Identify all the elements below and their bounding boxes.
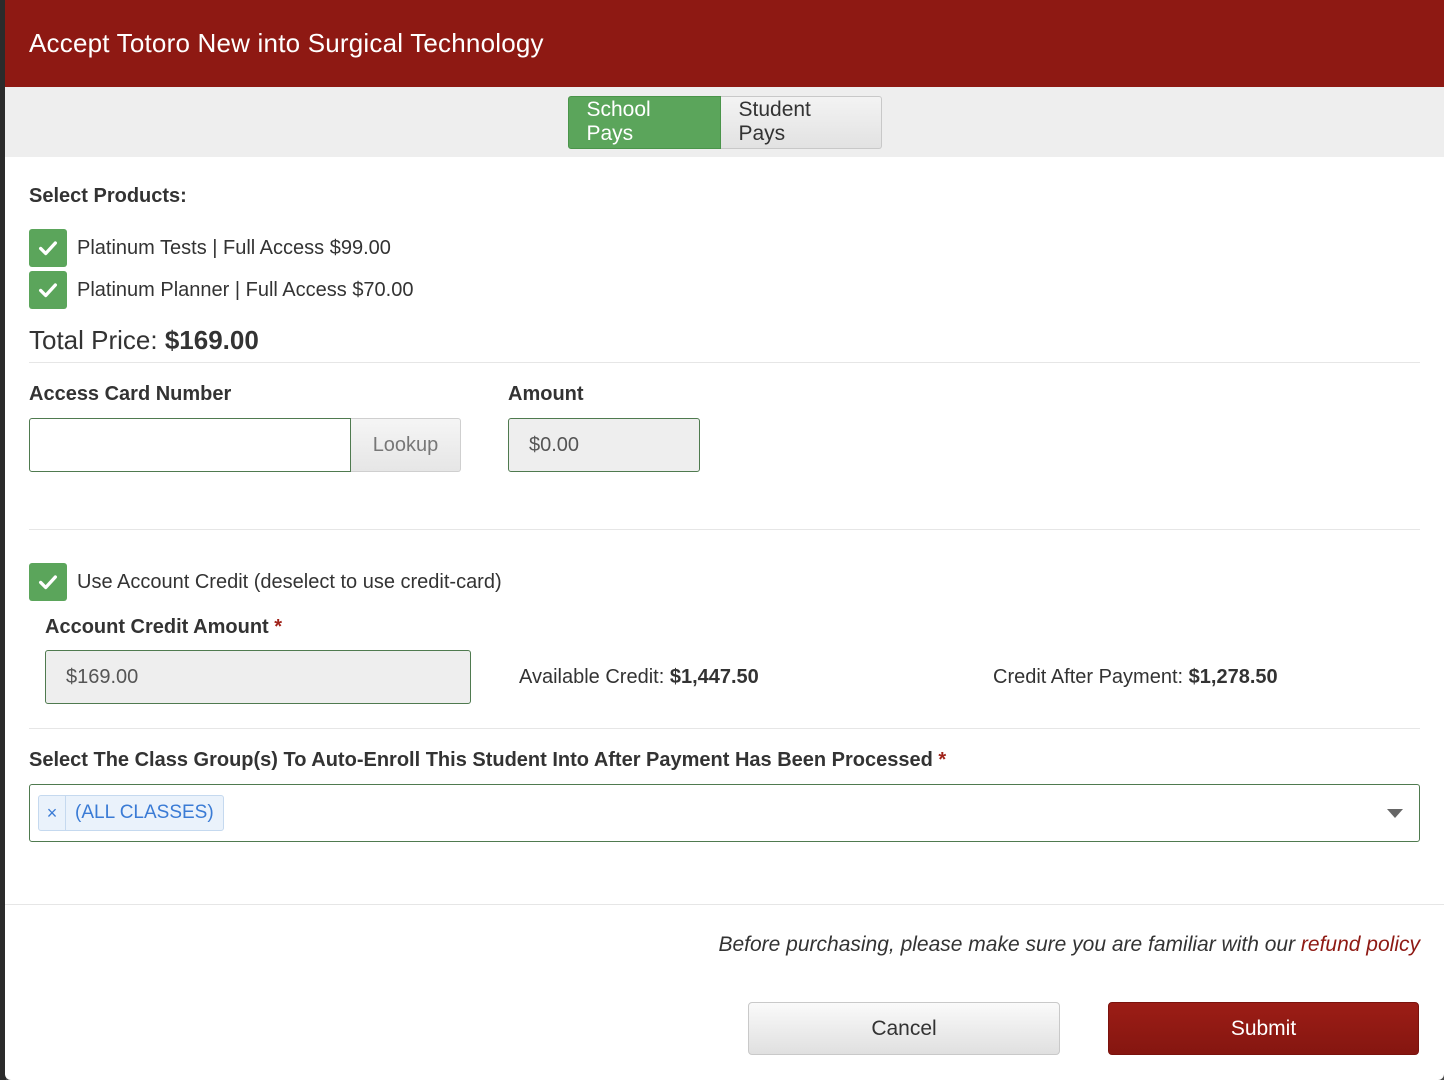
tag-label: (ALL CLASSES) xyxy=(75,802,214,823)
product-list: Platinum Tests | Full Access $99.00 Plat… xyxy=(29,227,1420,311)
class-group-select[interactable]: × (ALL CLASSES) xyxy=(29,784,1420,842)
required-mark: * xyxy=(274,616,283,638)
footer-divider xyxy=(5,904,1444,905)
available-credit-value: $1,447.50 xyxy=(669,665,759,688)
access-card-input-group: Lookup xyxy=(29,418,508,472)
credit-after-payment-label: Credit After Payment: xyxy=(993,665,1184,688)
chevron-down-icon[interactable] xyxy=(1387,809,1403,818)
modal-title: Accept Totoro New into Surgical Technolo… xyxy=(29,28,544,58)
checkbox-checked-icon[interactable] xyxy=(29,271,67,309)
account-credit-row: $169.00 Available Credit: $1,447.50 Cred… xyxy=(45,650,1420,704)
required-mark: * xyxy=(938,749,947,771)
submit-button[interactable]: Submit xyxy=(1108,1002,1419,1055)
access-card-label: Access Card Number xyxy=(29,383,232,405)
account-credit-amount-field: $169.00 xyxy=(45,650,471,704)
credit-after-payment-value: $1,278.50 xyxy=(1188,665,1278,688)
payment-toggle-bar: School Pays Student Pays xyxy=(5,87,1444,157)
credit-after-payment: Credit After Payment: $1,278.50 xyxy=(993,666,1278,689)
product-item[interactable]: Platinum Planner | Full Access $70.00 xyxy=(29,269,1420,311)
divider xyxy=(29,728,1420,729)
account-credit-section: Account Credit Amount * $169.00 Availabl… xyxy=(29,616,1420,704)
refund-note-text: Before purchasing, please make sure you … xyxy=(718,933,1296,956)
refund-policy-link[interactable]: refund policy xyxy=(1301,933,1420,956)
use-account-credit-checkbox[interactable]: Use Account Credit (deselect to use cred… xyxy=(29,561,1420,603)
amount-field: $0.00 xyxy=(508,418,700,472)
divider xyxy=(29,362,1420,363)
divider xyxy=(29,529,1420,530)
remove-tag-icon[interactable]: × xyxy=(39,796,66,830)
select-products-label: Select Products: xyxy=(29,185,187,207)
product-label: Platinum Tests | Full Access $99.00 xyxy=(77,236,391,259)
accept-student-modal: Accept Totoro New into Surgical Technolo… xyxy=(5,0,1444,1080)
access-card-group: Access Card Number Lookup xyxy=(29,383,508,472)
access-card-input[interactable] xyxy=(29,418,351,472)
lookup-button[interactable]: Lookup xyxy=(351,418,461,472)
product-label: Platinum Planner | Full Access $70.00 xyxy=(77,278,414,301)
checkbox-checked-icon[interactable] xyxy=(29,563,67,601)
account-credit-amount-text: Account Credit Amount xyxy=(45,616,269,638)
payment-toggle: School Pays Student Pays xyxy=(567,95,882,149)
amount-group: Amount $0.00 xyxy=(508,383,700,472)
school-pays-button[interactable]: School Pays xyxy=(567,95,721,149)
modal-header: Accept Totoro New into Surgical Technolo… xyxy=(5,0,1444,87)
class-group-label: Select The Class Group(s) To Auto-Enroll… xyxy=(29,749,1420,772)
class-group-label-text: Select The Class Group(s) To Auto-Enroll… xyxy=(29,749,933,771)
access-card-section: Access Card Number Lookup Amount $0.00 xyxy=(29,383,1420,472)
available-credit-label: Available Credit: xyxy=(519,665,665,688)
checkbox-checked-icon[interactable] xyxy=(29,229,67,267)
total-price: Total Price: $169.00 xyxy=(29,325,1420,356)
total-price-value: $169.00 xyxy=(164,325,259,355)
account-credit-amount-label: Account Credit Amount * xyxy=(45,616,1420,639)
amount-label: Amount xyxy=(508,383,584,405)
total-price-label: Total Price: xyxy=(29,325,158,355)
use-account-credit-label: Use Account Credit (deselect to use cred… xyxy=(77,570,502,593)
refund-note: Before purchasing, please make sure you … xyxy=(718,933,1420,957)
cancel-button[interactable]: Cancel xyxy=(748,1002,1060,1055)
modal-body: Select Products: Platinum Tests | Full A… xyxy=(5,185,1444,842)
available-credit: Available Credit: $1,447.50 xyxy=(519,666,993,689)
student-pays-button[interactable]: Student Pays xyxy=(720,95,882,149)
selected-tag: × (ALL CLASSES) xyxy=(38,795,224,831)
product-item[interactable]: Platinum Tests | Full Access $99.00 xyxy=(29,227,1420,269)
